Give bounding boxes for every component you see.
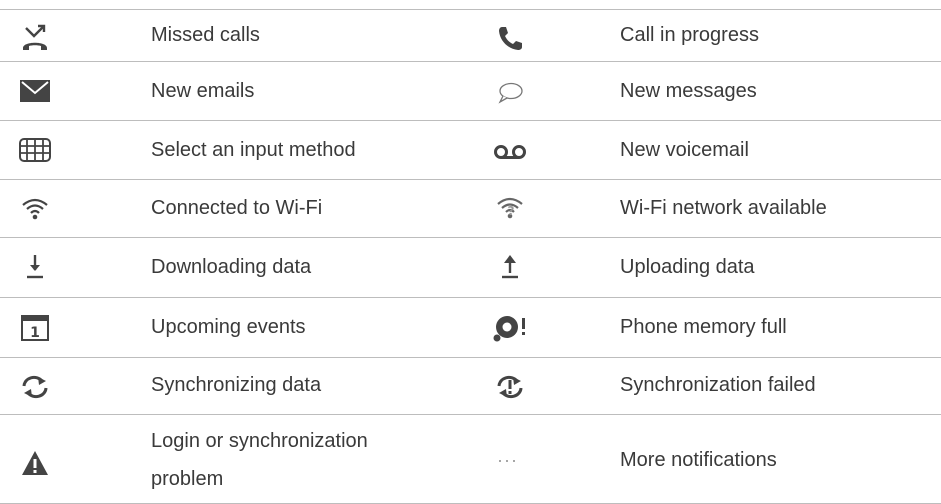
upload-icon (490, 252, 530, 282)
sync-failed-icon (490, 372, 530, 402)
table-row: Downloading data Uploading data (0, 238, 941, 298)
list-item-label: New messages (620, 80, 757, 102)
table-row: 1 Upcoming events Phone memory full (0, 298, 941, 358)
svg-text:?: ? (508, 204, 515, 218)
table-row: Missed calls Call in progress (0, 10, 941, 62)
list-item-label: Connected to Wi-Fi (151, 197, 323, 219)
list-item-label: Uploading data (620, 256, 755, 278)
more-icon: ··· (497, 450, 518, 470)
missed-call-icon (15, 22, 55, 52)
speech-bubble-icon (490, 78, 530, 108)
list-item-label: New emails (151, 80, 255, 102)
table-row: Select an input method New voicemail (0, 121, 941, 180)
sync-icon (15, 372, 55, 402)
list-item-label: Downloading data (151, 256, 312, 278)
phone-icon (490, 23, 530, 53)
list-item-label: Missed calls (151, 24, 260, 46)
list-item-label: More notifications (620, 449, 777, 471)
list-item-label-line2: problem (151, 468, 224, 490)
list-item-label: Select an input method (151, 139, 356, 161)
envelope-icon (15, 76, 55, 106)
list-item-label: Synchronization failed (620, 374, 816, 396)
keyboard-icon (15, 135, 55, 165)
list-item-label: Wi-Fi network available (620, 197, 827, 219)
voicemail-icon (490, 137, 530, 167)
list-item-label: Phone memory full (620, 316, 787, 338)
table-row: Synchronizing data Synchronization faile… (0, 358, 941, 415)
table-row: New emails New messages (0, 62, 941, 121)
download-icon (15, 252, 55, 282)
calendar-icon: 1 (15, 313, 55, 343)
warning-icon (15, 448, 55, 478)
list-item-label: New voicemail (620, 139, 749, 161)
table-row: Login or synchronization problem ··· Mor… (0, 415, 941, 504)
table-row: Connected to Wi-Fi ? Wi-Fi network avail… (0, 180, 941, 238)
list-item-label: Synchronizing data (151, 374, 322, 396)
wifi-icon (15, 194, 55, 224)
memory-full-icon (490, 313, 530, 343)
list-item-label: Upcoming events (151, 316, 306, 338)
list-item-label-line1: Login or synchronization (151, 430, 368, 452)
notification-icons-table: Missed calls Call in progress New emails… (0, 9, 941, 504)
svg-text:1: 1 (30, 325, 40, 341)
list-item-label: Call in progress (620, 24, 759, 46)
wifi-available-icon: ? (490, 194, 530, 224)
